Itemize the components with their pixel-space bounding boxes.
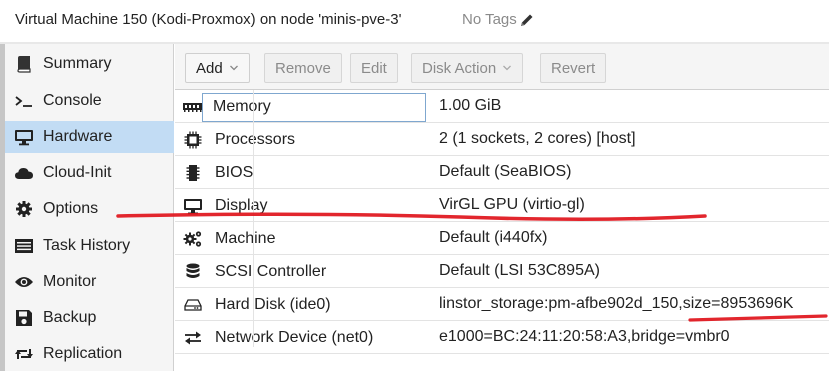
cloud-icon xyxy=(5,165,43,181)
display-icon xyxy=(178,189,208,222)
sidebar-item-label: Task History xyxy=(43,237,131,254)
add-button-label: Add xyxy=(196,59,223,77)
hdd-icon xyxy=(178,288,208,321)
row-value: e1000=BC:24:11:20:58:A3,bridge=vmbr0 xyxy=(439,328,730,345)
database-icon xyxy=(178,255,208,288)
table-row[interactable]: Network Device (net0) e1000=BC:24:11:20:… xyxy=(175,321,829,354)
edit-button-label: Edit xyxy=(361,59,387,77)
exchange-icon xyxy=(178,321,208,354)
terminal-icon xyxy=(5,93,43,109)
cogs-icon xyxy=(178,222,208,255)
desktop-icon xyxy=(5,128,43,146)
add-button[interactable]: Add xyxy=(185,53,250,83)
page-header: Virtual Machine 150 (Kodi-Proxmox) on no… xyxy=(0,0,829,42)
table-row[interactable]: Memory 1.00 GiB xyxy=(175,90,829,123)
remove-button[interactable]: Remove xyxy=(264,53,342,83)
table-row[interactable]: Display VirGL GPU (virtio-gl) xyxy=(175,189,829,222)
disk-action-button[interactable]: Disk Action xyxy=(411,53,524,83)
table-row[interactable]: Processors 2 (1 sockets, 2 cores) [host] xyxy=(175,123,829,156)
row-value: 1.00 GiB xyxy=(439,97,502,114)
sidebar-item-label: Monitor xyxy=(43,273,97,290)
sidebar-item-cloud-init[interactable]: Cloud-Init xyxy=(5,157,174,189)
sidebar-item-backup[interactable]: Backup xyxy=(5,302,174,334)
sidebar-item-options[interactable]: Options xyxy=(5,193,174,225)
sidebar-item-task-history[interactable]: Task History xyxy=(5,230,174,262)
sidebar-item-label: Cloud-Init xyxy=(43,164,112,181)
revert-button-label: Revert xyxy=(551,59,596,77)
table-row[interactable]: Hard Disk (ide0) linstor_storage:pm-afbe… xyxy=(175,288,829,321)
retweet-icon xyxy=(5,346,43,362)
toolbar: Add Remove Edit Disk Action Revert xyxy=(175,44,829,90)
tags-label: No Tags xyxy=(462,11,517,28)
row-key: BIOS xyxy=(215,164,254,181)
sidebar-item-label: Backup xyxy=(43,309,97,326)
sidebar-item-label: Replication xyxy=(43,345,123,362)
sidebar-item-console[interactable]: Console xyxy=(5,85,174,117)
row-value: Default (i440fx) xyxy=(439,229,548,246)
row-key: Display xyxy=(215,197,268,214)
row-value: linstor_storage:pm-afbe902d_150,size=895… xyxy=(439,295,794,312)
row-key: Memory xyxy=(213,98,271,115)
sidebar-item-monitor[interactable]: Monitor xyxy=(5,266,174,298)
microchip-icon xyxy=(178,156,208,189)
sidebar-item-label: Console xyxy=(43,92,102,109)
row-value: VirGL GPU (virtio-gl) xyxy=(439,196,585,213)
sidebar-item-summary[interactable]: Summary xyxy=(5,48,174,80)
tags-button[interactable]: No Tags xyxy=(462,11,535,28)
pencil-icon[interactable] xyxy=(519,12,535,28)
list-icon xyxy=(5,238,43,254)
row-value: 2 (1 sockets, 2 cores) [host] xyxy=(439,130,636,147)
table-row[interactable]: BIOS Default (SeaBIOS) xyxy=(175,156,829,189)
row-key: Machine xyxy=(215,230,276,247)
book-icon xyxy=(5,55,43,73)
row-key: Hard Disk (ide0) xyxy=(215,296,331,313)
sidebar-item-replication[interactable]: Replication xyxy=(5,338,174,370)
chevron-down-icon xyxy=(229,64,239,72)
floppy-icon xyxy=(5,309,43,327)
column-separator xyxy=(253,90,254,347)
table-row[interactable]: SCSI Controller Default (LSI 53C895A) xyxy=(175,255,829,288)
row-key: Processors xyxy=(215,131,296,148)
row-value: Default (LSI 53C895A) xyxy=(439,262,600,279)
gear-icon xyxy=(5,200,43,218)
eye-icon xyxy=(5,275,43,289)
chevron-down-icon xyxy=(502,64,512,72)
sidebar-item-label: Options xyxy=(43,200,99,217)
sidebar-item-hardware[interactable]: Hardware xyxy=(5,121,174,153)
sidebar-item-label: Hardware xyxy=(43,128,113,145)
page-title: Virtual Machine 150 (Kodi-Proxmox) on no… xyxy=(15,11,402,28)
row-key: SCSI Controller xyxy=(215,263,327,280)
cpu-icon xyxy=(178,123,208,156)
disk-action-button-label: Disk Action xyxy=(422,59,497,77)
sidebar-item-label: Summary xyxy=(43,55,112,72)
row-key: Network Device (net0) xyxy=(215,329,374,346)
revert-button[interactable]: Revert xyxy=(540,53,607,83)
table-row[interactable]: Machine Default (i440fx) xyxy=(175,222,829,255)
edit-button[interactable]: Edit xyxy=(350,53,398,83)
remove-button-label: Remove xyxy=(275,59,331,77)
row-value: Default (SeaBIOS) xyxy=(439,163,572,180)
